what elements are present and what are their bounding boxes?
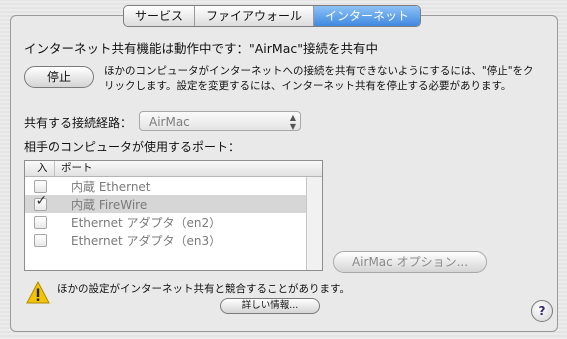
airmac-options-button[interactable]: AirMac オプション...: [333, 251, 487, 273]
tab-firewall[interactable]: ファイアウォール: [195, 6, 315, 26]
column-header-port[interactable]: ポート: [55, 161, 93, 176]
share-route-popup[interactable]: AirMac ▲ ▼: [139, 111, 301, 131]
port-name: 内蔵 Ethernet: [71, 179, 151, 194]
port-row-builtin-ethernet[interactable]: 内蔵 Ethernet: [25, 177, 322, 195]
column-header-in[interactable]: 入: [25, 161, 55, 176]
port-checkbox-builtin-firewire[interactable]: ✓: [33, 193, 47, 211]
tab-internet[interactable]: インターネット: [314, 6, 421, 26]
conflict-warning-text: ほかの設定がインターネット共有と競合することがあります。: [57, 283, 350, 295]
warning-triangle-icon: [26, 281, 50, 304]
port-checkbox-builtin-ethernet[interactable]: [33, 179, 47, 193]
popup-arrows-icon: ▲ ▼: [289, 113, 296, 131]
tab-services[interactable]: サービス: [124, 6, 196, 26]
ports-table: 入 ポート 内蔵 Ethernet ✓ 内蔵 FireWire Ethernet…: [24, 160, 323, 271]
port-row-ethernet-adapter-en2[interactable]: Ethernet アダプタ（en2）: [25, 213, 322, 231]
ports-label: 相手のコンピュータが使用するポート：: [24, 140, 241, 154]
port-name: 内蔵 FireWire: [71, 197, 148, 212]
stop-description: ほかのコンピュータがインターネットへの接続を共有できないようにするには、"停止"…: [104, 65, 534, 92]
port-checkbox-ethernet-adapter-en2[interactable]: [33, 215, 47, 229]
port-row-builtin-firewire[interactable]: ✓ 内蔵 FireWire: [25, 193, 322, 213]
stop-button[interactable]: 停止: [24, 66, 94, 88]
ports-table-scrollbar[interactable]: [306, 177, 322, 270]
port-name: Ethernet アダプタ（en2）: [71, 215, 222, 230]
checkmark-icon: ✓: [35, 192, 48, 209]
more-info-button[interactable]: 詳しい情報...: [220, 298, 320, 314]
port-checkbox-ethernet-adapter-en3[interactable]: [33, 233, 47, 247]
sharing-status-text: インターネット共有機能は動作中です："AirMac"接続を共有中: [24, 41, 378, 56]
ports-table-header: 入 ポート: [25, 161, 322, 177]
help-button[interactable]: ?: [531, 300, 553, 322]
port-name: Ethernet アダプタ（en3）: [71, 233, 222, 248]
tab-bar: サービス ファイアウォール インターネット: [123, 5, 422, 27]
share-route-value: AirMac: [149, 115, 190, 129]
port-row-ethernet-adapter-en3[interactable]: Ethernet アダプタ（en3）: [25, 231, 322, 249]
share-route-label: 共有する接続経路：: [24, 116, 133, 130]
